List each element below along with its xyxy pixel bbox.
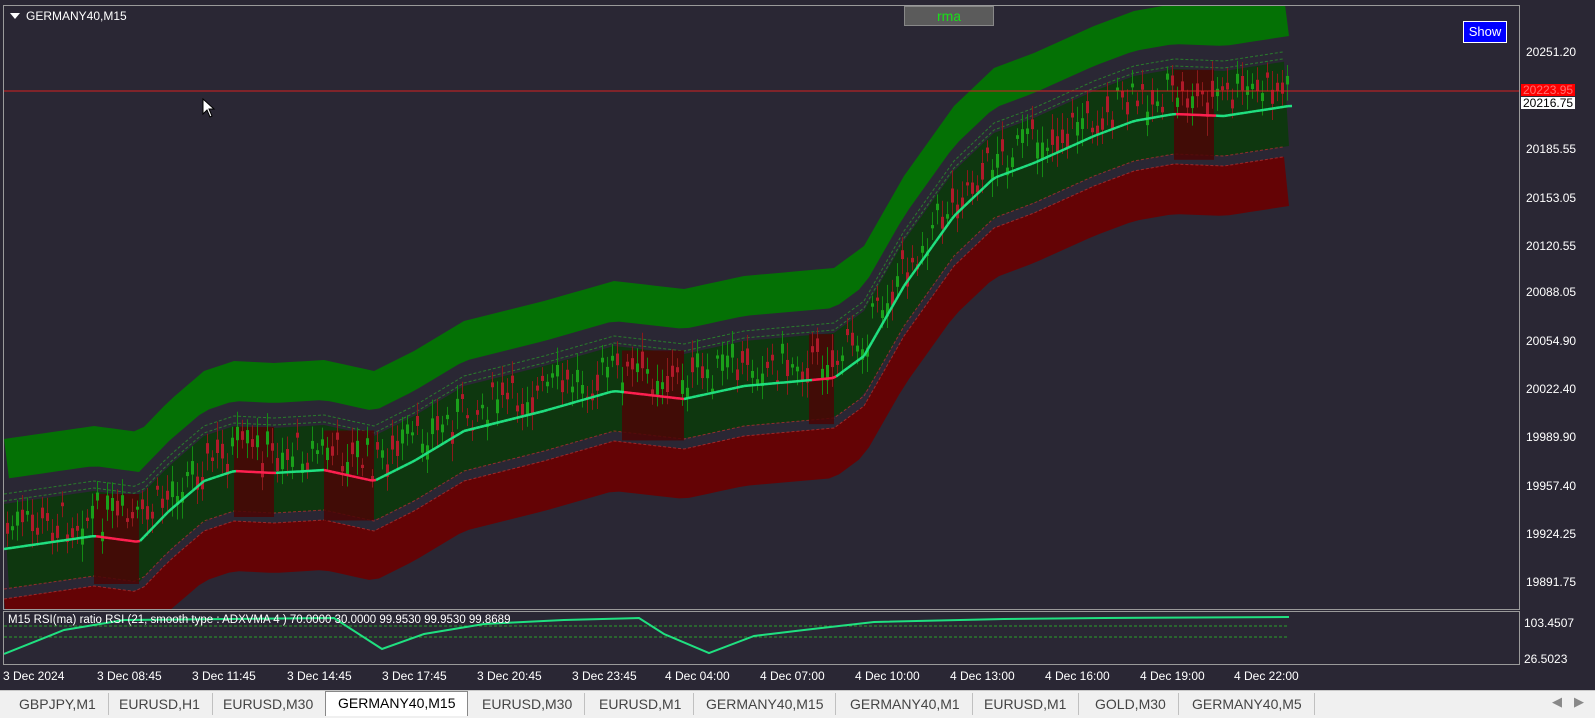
chart-window[interactable]: GERMANY40,M15 rma Show 20251.20 20185.55 2… (0, 0, 1595, 690)
time-axis-label: 3 Dec 08:45 (97, 669, 162, 683)
main-price-pane[interactable]: GERMANY40,M15 rma Show (3, 5, 1520, 610)
time-axis-label: 3 Dec 2024 (3, 669, 64, 683)
time-axis-label: 3 Dec 20:45 (477, 669, 542, 683)
rsi-indicator-label: M15 RSI(ma) ratio RSI (21, smooth type :… (8, 614, 510, 626)
rsi-pane[interactable]: M15 RSI(ma) ratio RSI (21, smooth type :… (3, 611, 1520, 665)
price-axis-label: 20120.55 (1526, 239, 1576, 253)
chart-tab-bar: ◀ ▶ GBPJPY,M1EURUSD,H1EURUSD,M30GERMANY4… (0, 690, 1595, 718)
rsi-scale-bottom: 26.5023 (1524, 652, 1567, 666)
price-axis-label: 20251.20 (1526, 45, 1576, 59)
inner-channel (4, 62, 1289, 589)
time-axis-label: 3 Dec 11:45 (192, 669, 256, 683)
price-axis-label: 20054.90 (1526, 334, 1576, 348)
rsi-scale-top: 103.4507 (1524, 616, 1574, 630)
price-axis-label: 19891.75 (1526, 575, 1576, 589)
chart-title[interactable]: GERMANY40,M15 (10, 9, 127, 23)
tab[interactable]: GOLD,M30 (1083, 693, 1179, 715)
tab[interactable]: GERMANY40,M15 (694, 693, 836, 715)
rma-button[interactable]: rma (904, 6, 994, 26)
time-axis-label: 3 Dec 23:45 (572, 669, 637, 683)
tab[interactable]: EURUSD,H1 (107, 693, 213, 715)
chevron-left-icon[interactable]: ◀ (1552, 694, 1562, 710)
tab[interactable]: GERMANY40,M5 (1180, 693, 1315, 715)
time-axis-label: 4 Dec 13:00 (950, 669, 1015, 683)
time-axis-label: 4 Dec 19:00 (1140, 669, 1205, 683)
time-axis: 3 Dec 2024 3 Dec 08:45 3 Dec 11:45 3 Dec 14… (0, 666, 1520, 688)
symbol-label: GERMANY40,M15 (26, 9, 127, 23)
price-chart (4, 6, 1520, 610)
time-axis-label: 4 Dec 10:00 (855, 669, 920, 683)
price-axis-label: 20185.55 (1526, 142, 1576, 156)
time-axis-label: 3 Dec 17:45 (382, 669, 447, 683)
tab[interactable]: GERMANY40,M1 (838, 693, 973, 715)
price-axis-label: 20088.05 (1526, 285, 1576, 299)
price-axis-label: 20153.05 (1526, 191, 1576, 205)
price-axis-label: 20022.40 (1526, 382, 1576, 396)
price-axis-label: 19989.90 (1526, 430, 1576, 444)
bid-price-tag: 20223.95 (1521, 84, 1575, 96)
tab[interactable]: EURUSD,M1 (587, 693, 694, 715)
tab[interactable]: EURUSD,M30 (470, 693, 585, 715)
price-axis-label: 19957.40 (1526, 479, 1576, 493)
time-axis-label: 4 Dec 04:00 (665, 669, 730, 683)
tab[interactable]: EURUSD,M30 (211, 693, 326, 715)
show-button[interactable]: Show (1463, 21, 1507, 43)
tab-active[interactable]: GERMANY40,M15 (325, 691, 468, 716)
mouse-pointer-icon (202, 98, 216, 118)
time-axis-label: 3 Dec 14:45 (287, 669, 352, 683)
triangle-down-icon[interactable] (10, 13, 20, 19)
time-axis-label: 4 Dec 16:00 (1045, 669, 1110, 683)
price-axis-label: 19924.25 (1526, 527, 1576, 541)
tab[interactable]: GBPJPY,M1 (7, 693, 109, 715)
tab[interactable]: EURUSD,M1 (972, 693, 1079, 715)
time-axis-label: 4 Dec 07:00 (760, 669, 825, 683)
ma-price-tag: 20216.75 (1521, 97, 1575, 109)
chevron-right-icon[interactable]: ▶ (1574, 694, 1584, 710)
time-axis-label: 4 Dec 22:00 (1234, 669, 1299, 683)
